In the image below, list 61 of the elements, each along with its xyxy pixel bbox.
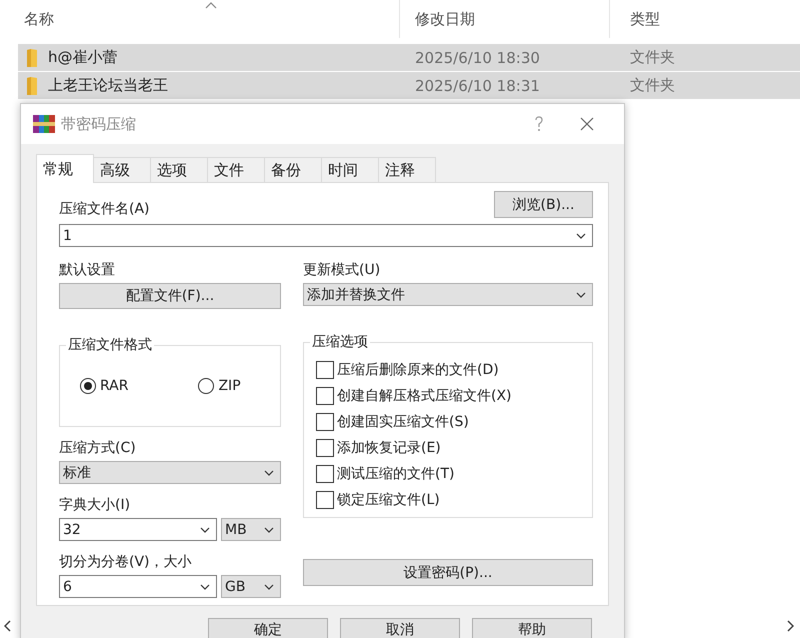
help-icon xyxy=(534,116,544,132)
column-header[interactable]: 名称 xyxy=(0,0,400,38)
chevron-down-icon xyxy=(264,526,274,532)
sort-caret-icon xyxy=(205,2,217,9)
radio-option[interactable]: RAR xyxy=(80,378,128,394)
file-date: 2025/6/10 18:31 xyxy=(414,76,541,94)
chevron-down-icon xyxy=(576,232,586,238)
column-header[interactable]: 修改日期 xyxy=(400,0,610,38)
header-label: 类型 xyxy=(630,10,660,28)
unit-dropdown[interactable]: GB xyxy=(221,575,281,598)
volume-size-field[interactable]: 6 xyxy=(59,575,217,598)
dictionary-size-field[interactable]: 32 xyxy=(59,518,217,541)
chevron-down-icon xyxy=(576,292,586,298)
set-password-button[interactable]: 设置密码(P)... xyxy=(303,559,593,586)
chevron-down-icon xyxy=(264,584,274,590)
file-name: h@崔小蕾 xyxy=(48,48,118,67)
radio-option[interactable]: ZIP xyxy=(198,378,241,394)
chevron-down-icon xyxy=(200,526,210,532)
chevron-down-icon xyxy=(200,584,210,590)
update-mode-dropdown[interactable]: 添加并替换文件 xyxy=(303,283,593,306)
archive-name-field[interactable]: 1 xyxy=(59,224,593,247)
scroll-left-icon xyxy=(4,620,12,632)
dialog-button[interactable]: 确定 xyxy=(208,618,328,638)
file-name: 上老王论坛当老王 xyxy=(48,76,168,95)
group-label: 压缩选项 xyxy=(310,333,370,351)
books-icon xyxy=(33,114,55,134)
browse-button[interactable]: 浏览(B)... xyxy=(494,191,593,218)
file-row[interactable]: 上老王论坛当老王 2025/6/10 18:31 文件夹 xyxy=(18,72,800,99)
file-type: 文件夹 xyxy=(629,48,675,67)
tab[interactable]: 注释 xyxy=(378,157,436,182)
checkbox-option[interactable]: 添加恢复记录(E) xyxy=(316,439,592,457)
method-dropdown[interactable]: 标准 xyxy=(59,461,281,484)
field-label: 默认设置 xyxy=(59,261,116,279)
close-icon xyxy=(580,117,594,131)
checkbox-option[interactable]: 创建固实压缩文件(S) xyxy=(316,413,592,431)
chevron-down-icon xyxy=(264,470,274,476)
scroll-right-icon xyxy=(786,620,794,632)
checkbox-option[interactable]: 锁定压缩文件(L) xyxy=(316,491,592,509)
checkbox-option[interactable]: 压缩后删除原来的文件(D) xyxy=(316,361,592,379)
tab[interactable]: 常规 xyxy=(36,154,94,183)
file-type: 文件夹 xyxy=(629,76,675,95)
window-title: 带密码压缩 xyxy=(61,114,137,134)
folder-icon xyxy=(26,48,38,68)
dialog-button[interactable]: 帮助 xyxy=(472,618,592,638)
header-label: 修改日期 xyxy=(415,10,475,28)
file-row[interactable]: h@崔小蕾 2025/6/10 18:30 文件夹 xyxy=(18,44,800,71)
checkbox-option[interactable]: 测试压缩的文件(T) xyxy=(316,465,592,483)
profiles-button[interactable]: 配置文件(F)... xyxy=(59,283,281,309)
header-label: 名称 xyxy=(24,10,54,28)
field-label: 更新模式(U) xyxy=(303,261,382,279)
group-label: 压缩文件格式 xyxy=(66,336,154,354)
dialog-button[interactable]: 取消 xyxy=(340,618,460,638)
file-date: 2025/6/10 18:30 xyxy=(414,48,541,66)
column-header[interactable]: 类型 xyxy=(610,0,800,38)
field-label: 切分为分卷(V)，大小 xyxy=(59,554,192,570)
field-label: 压缩文件名(A) xyxy=(59,200,150,218)
checkbox-option[interactable]: 创建自解压格式压缩文件(X) xyxy=(316,387,592,405)
unit-dropdown[interactable]: MB xyxy=(221,518,281,541)
field-label: 字典大小(I) xyxy=(59,497,130,513)
folder-icon xyxy=(26,76,38,96)
field-label: 压缩方式(C) xyxy=(59,440,136,456)
